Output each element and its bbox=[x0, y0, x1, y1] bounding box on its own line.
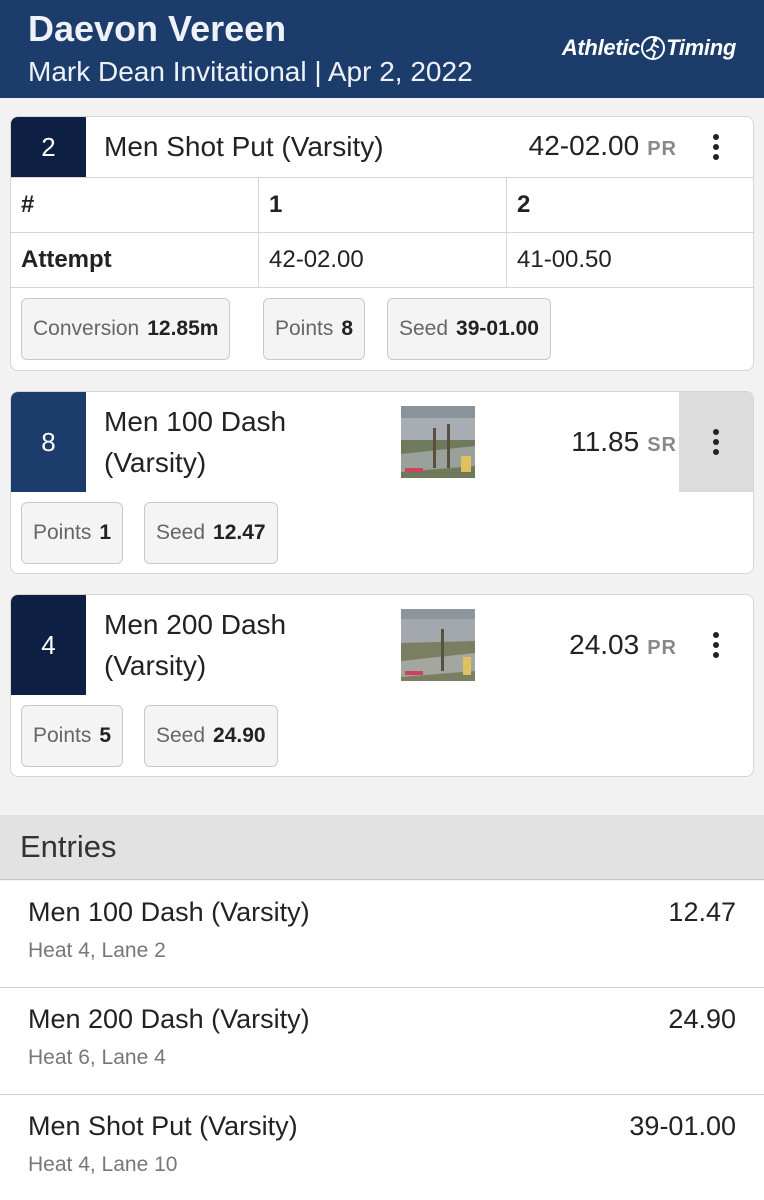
brand-word-timing: Timing bbox=[666, 35, 736, 60]
event-title-line: (Varsity) bbox=[104, 650, 207, 681]
seed-chip: Seed 12.47 bbox=[144, 502, 278, 564]
result-mark: 24.03 PR bbox=[569, 629, 677, 661]
chip-value: 1 bbox=[99, 521, 112, 544]
seed-chip: Seed 39-01.00 bbox=[387, 298, 551, 360]
result-mark: 42-02.00 PR bbox=[529, 130, 677, 162]
points-chip: Points 5 bbox=[21, 705, 124, 767]
chip-label: Conversion bbox=[33, 317, 140, 340]
event-title[interactable]: Men 200 Dash (Varsity) bbox=[104, 604, 286, 686]
attempts-row: Attempt 42-02.00 41-00.50 bbox=[11, 233, 753, 288]
attempts-table: # 1 2 Attempt 42-02.00 41-00.50 bbox=[11, 177, 753, 288]
more-options-icon[interactable] bbox=[679, 595, 753, 695]
event-title[interactable]: Men Shot Put (Varsity) bbox=[104, 126, 384, 167]
meet-info: Mark Dean Invitational | Apr 2, 2022 bbox=[28, 56, 473, 87]
entries-title: Entries bbox=[20, 829, 117, 864]
attempt-value: 42-02.00 bbox=[259, 233, 507, 287]
chip-label: Points bbox=[33, 521, 92, 544]
athletic-timing-logo[interactable]: Athletic Timing bbox=[562, 34, 736, 62]
entry-heat-lane: Heat 6, Lane 4 bbox=[28, 1046, 166, 1069]
entry-heat-lane: Heat 4, Lane 2 bbox=[28, 939, 166, 962]
place-badge: 4 bbox=[11, 595, 86, 695]
pr-tag: PR bbox=[647, 138, 677, 160]
chip-value: 39-01.00 bbox=[456, 317, 539, 340]
event-title-line: (Varsity) bbox=[104, 447, 207, 478]
points-chip: Points 8 bbox=[263, 298, 366, 360]
chip-label: Seed bbox=[399, 317, 449, 340]
event-title[interactable]: Men 100 Dash (Varsity) bbox=[104, 401, 286, 483]
chip-value: 12.47 bbox=[213, 521, 266, 544]
chip-value: 12.85m bbox=[147, 317, 219, 340]
attempts-header-cell: # bbox=[11, 178, 259, 232]
entry-seed: 12.47 bbox=[668, 897, 736, 927]
entry-row[interactable]: Men 100 Dash (Varsity) Heat 4, Lane 2 12… bbox=[0, 881, 764, 988]
chip-value: 5 bbox=[99, 724, 112, 747]
result-card-200-dash: 4 Men 200 Dash (Varsity) 24.03 PR Points 5… bbox=[10, 594, 754, 777]
result-card-100-dash: 8 Men 100 Dash (Varsity) 11.85 SR Points 1… bbox=[10, 391, 754, 574]
place-badge: 2 bbox=[11, 117, 86, 177]
event-title-line: Men 100 Dash bbox=[104, 406, 287, 437]
brand-word-athletic: Athletic bbox=[561, 35, 641, 60]
entry-row[interactable]: Men 200 Dash (Varsity) Heat 6, Lane 4 24… bbox=[0, 988, 764, 1095]
conversion-chip: Conversion 12.85m bbox=[21, 298, 231, 360]
entries-section-header: Entries bbox=[0, 815, 764, 880]
mark-value: 24.03 bbox=[569, 629, 640, 660]
entry-seed: 39-01.00 bbox=[629, 1111, 736, 1141]
entry-event: Men Shot Put (Varsity) bbox=[28, 1111, 298, 1141]
entry-event: Men 100 Dash (Varsity) bbox=[28, 897, 310, 927]
chip-label: Points bbox=[275, 317, 334, 340]
pr-tag: PR bbox=[647, 637, 677, 659]
entry-event: Men 200 Dash (Varsity) bbox=[28, 1004, 310, 1034]
attempt-value: 41-00.50 bbox=[517, 246, 612, 273]
chip-label: Seed bbox=[156, 521, 206, 544]
result-card-shot-put: 2 Men Shot Put (Varsity) 42-02.00 PR # 1 … bbox=[10, 116, 754, 371]
more-options-icon[interactable] bbox=[679, 392, 753, 492]
more-options-icon[interactable] bbox=[679, 117, 753, 177]
mark-value: 11.85 bbox=[571, 426, 640, 457]
entry-seed: 24.90 bbox=[668, 1004, 736, 1034]
attempts-header-cell: 2 bbox=[517, 191, 531, 218]
points-chip: Points 1 bbox=[21, 502, 124, 564]
entry-heat-lane: Heat 4, Lane 10 bbox=[28, 1153, 178, 1176]
entry-row[interactable]: Men Shot Put (Varsity) Heat 4, Lane 10 3… bbox=[0, 1095, 764, 1200]
place-badge: 8 bbox=[11, 392, 86, 492]
seed-chip: Seed 24.90 bbox=[144, 705, 278, 767]
attempts-header-cell: 1 bbox=[259, 178, 507, 232]
finish-photo-thumbnail[interactable] bbox=[401, 609, 475, 681]
attempts-row-label: Attempt bbox=[11, 233, 259, 287]
result-mark: 11.85 SR bbox=[571, 426, 677, 458]
sr-tag: SR bbox=[647, 434, 677, 456]
finish-photo-thumbnail[interactable] bbox=[401, 406, 475, 478]
chip-value: 8 bbox=[341, 317, 354, 340]
athlete-name: Daevon Vereen bbox=[28, 8, 287, 49]
mark-value: 42-02.00 bbox=[528, 130, 640, 161]
chip-label: Seed bbox=[156, 724, 206, 747]
chip-value: 24.90 bbox=[213, 724, 266, 747]
page-header: Daevon Vereen Mark Dean Invitational | A… bbox=[0, 0, 764, 98]
attempts-header-row: # 1 2 bbox=[11, 178, 753, 233]
event-title-line: Men 200 Dash bbox=[104, 609, 287, 640]
runner-logo-icon bbox=[641, 36, 666, 60]
chip-label: Points bbox=[33, 724, 92, 747]
